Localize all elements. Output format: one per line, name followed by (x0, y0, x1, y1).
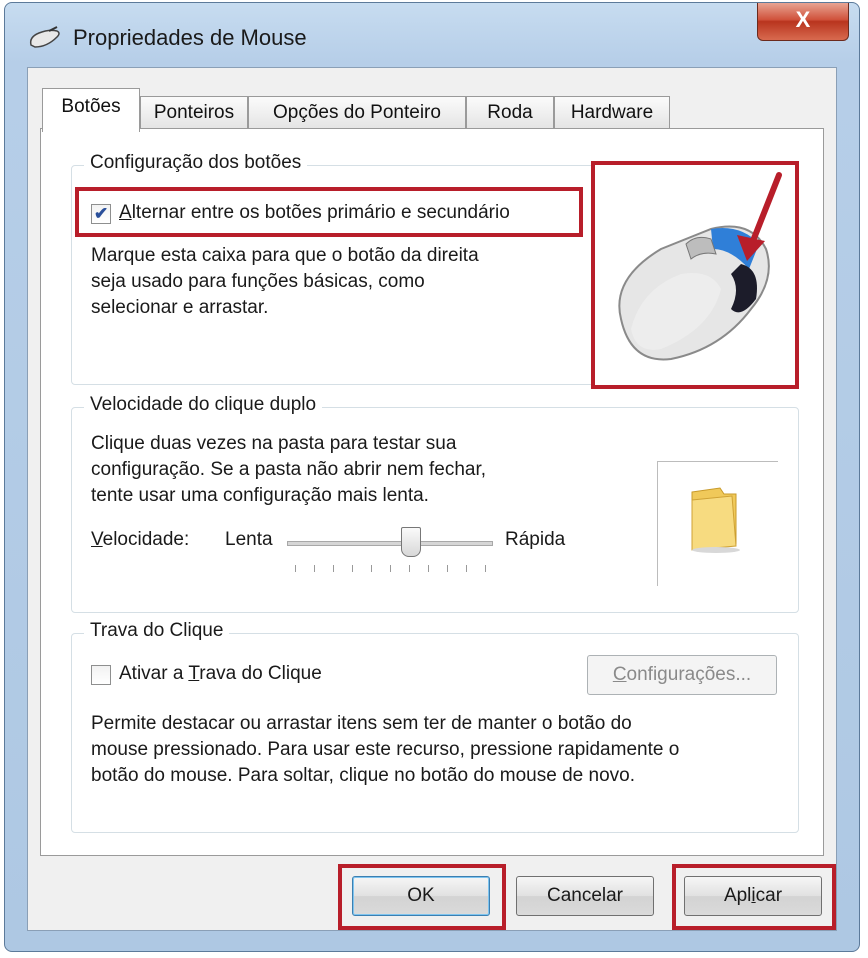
speed-fast-label: Rápida (505, 529, 566, 550)
tab-roda[interactable]: Roda (466, 96, 554, 130)
mouse-properties-window: Propriedades de Mouse X Botões Ponteiros… (4, 2, 860, 952)
click-lock-desc-1: Permite destacar ou arrastar itens sem t… (91, 713, 632, 734)
slider-tick (314, 565, 315, 572)
click-lock-checkbox[interactable] (91, 665, 111, 685)
tab-botoes[interactable]: Botões (42, 88, 140, 132)
slider-tick (333, 565, 334, 572)
slider-track (287, 541, 493, 546)
button-config-desc-3: selecionar e arrastar. (91, 297, 269, 318)
slider-tick (447, 565, 448, 572)
slider-thumb[interactable] (400, 527, 421, 557)
speed-slow-label: Lenta (225, 529, 273, 550)
click-lock-settings-button[interactable]: Configurações... (587, 655, 777, 695)
speed-label: Velocidade: (91, 529, 190, 550)
dialog-client: Botões Ponteiros Opções do Ponteiro Roda… (27, 67, 837, 931)
window-title: Propriedades de Mouse (73, 25, 307, 50)
button-config-desc-1: Marque esta caixa para que o botão da di… (91, 245, 479, 266)
click-lock-title: Trava do Clique (84, 620, 230, 642)
slider-ticks (287, 565, 493, 573)
double-click-desc-1: Clique duas vezes na pasta para testar s… (91, 433, 457, 454)
double-click-title: Velocidade do clique duplo (84, 394, 323, 416)
click-lock-desc-3: botão do mouse. Para soltar, clique no b… (91, 765, 635, 786)
folder-icon (691, 487, 740, 553)
slider-tick (390, 565, 391, 572)
cancel-button[interactable]: Cancelar (516, 876, 654, 916)
highlight-ok (338, 864, 506, 930)
close-button[interactable]: X (757, 3, 849, 41)
slider-tick (409, 565, 410, 572)
slider-tick (428, 565, 429, 572)
title-bar[interactable]: Propriedades de Mouse X (5, 3, 859, 67)
double-click-desc-3: tente usar uma configuração mais lenta. (91, 485, 429, 506)
button-config-title: Configuração dos botões (84, 152, 308, 174)
mouse-icon (29, 26, 60, 48)
highlight-checkbox (75, 187, 583, 237)
mouse-preview-icon (618, 172, 782, 361)
button-config-desc-2: seja usado para funções básicas, como (91, 271, 425, 292)
test-folder-area[interactable] (657, 461, 778, 586)
click-lock-label[interactable]: Ativar a Trava do Clique (119, 661, 322, 687)
tab-panel-botoes: Configuração dos botões ✔ Alternar entre… (40, 128, 824, 856)
slider-tick (295, 565, 296, 572)
click-lock-desc-2: mouse pressionado. Para usar este recurs… (91, 739, 680, 760)
slider-tick (485, 565, 486, 572)
double-click-desc-2: configuração. Se a pasta não abrir nem f… (91, 459, 487, 480)
slider-tick (466, 565, 467, 572)
tab-opcoes-do-ponteiro[interactable]: Opções do Ponteiro (248, 96, 466, 130)
highlight-apply (672, 864, 836, 930)
tab-ponteiros[interactable]: Ponteiros (140, 96, 248, 130)
slider-tick (352, 565, 353, 572)
tab-hardware[interactable]: Hardware (554, 96, 670, 130)
slider-tick (371, 565, 372, 572)
double-click-speed-slider[interactable] (287, 525, 493, 575)
